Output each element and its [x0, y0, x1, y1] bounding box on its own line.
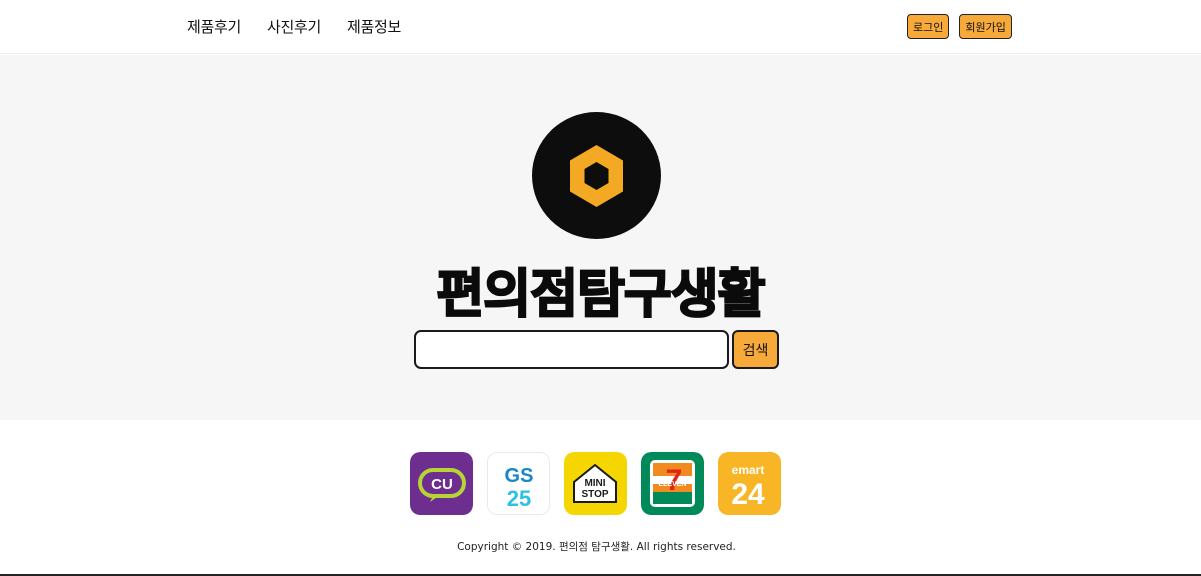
- search-input[interactable]: [414, 330, 729, 369]
- cu-logo[interactable]: CU: [410, 452, 473, 515]
- emart24-logo-text-top: emart: [732, 463, 765, 477]
- brand-logos: CU GS 25 MINI STOP 7 ELEVEN emart 24: [410, 452, 781, 515]
- nav-product-reviews[interactable]: 제품후기: [187, 16, 241, 37]
- signup-button[interactable]: 회원가입: [959, 14, 1012, 39]
- auth-buttons: 로그인 회원가입: [907, 14, 1012, 39]
- hero-section: 편의점탐구생활 검색: [0, 55, 1201, 420]
- site-title: 편의점탐구생활: [435, 264, 766, 326]
- nav-photo-reviews[interactable]: 사진후기: [267, 16, 321, 37]
- seven-eleven-logo-text: ELEVEN: [658, 481, 686, 488]
- ministop-logo-text-top: MINI: [584, 478, 605, 489]
- gs25-logo[interactable]: GS 25: [487, 452, 550, 515]
- login-button[interactable]: 로그인: [907, 14, 950, 39]
- hexagon-logo-icon[interactable]: [532, 112, 661, 239]
- copyright-text: Copyright © 2019. 편의점 탐구생활. All rights r…: [457, 541, 736, 553]
- seven-eleven-logo[interactable]: 7 ELEVEN: [641, 452, 704, 515]
- ministop-logo[interactable]: MINI STOP: [564, 452, 627, 515]
- main-nav: 제품후기 사진후기 제품정보: [187, 16, 401, 37]
- cu-logo-text: CU: [431, 476, 453, 493]
- emart24-logo[interactable]: emart 24: [718, 452, 781, 515]
- search-button[interactable]: 검색: [732, 330, 779, 369]
- top-header: 제품후기 사진후기 제품정보 로그인 회원가입: [0, 0, 1201, 54]
- ministop-logo-text-bottom: STOP: [581, 489, 608, 500]
- gs25-logo-text-top: GS: [505, 465, 534, 487]
- nav-product-info[interactable]: 제품정보: [347, 16, 401, 37]
- emart24-logo-text-bottom: 24: [731, 478, 765, 511]
- gs25-logo-text-bottom: 25: [507, 486, 531, 511]
